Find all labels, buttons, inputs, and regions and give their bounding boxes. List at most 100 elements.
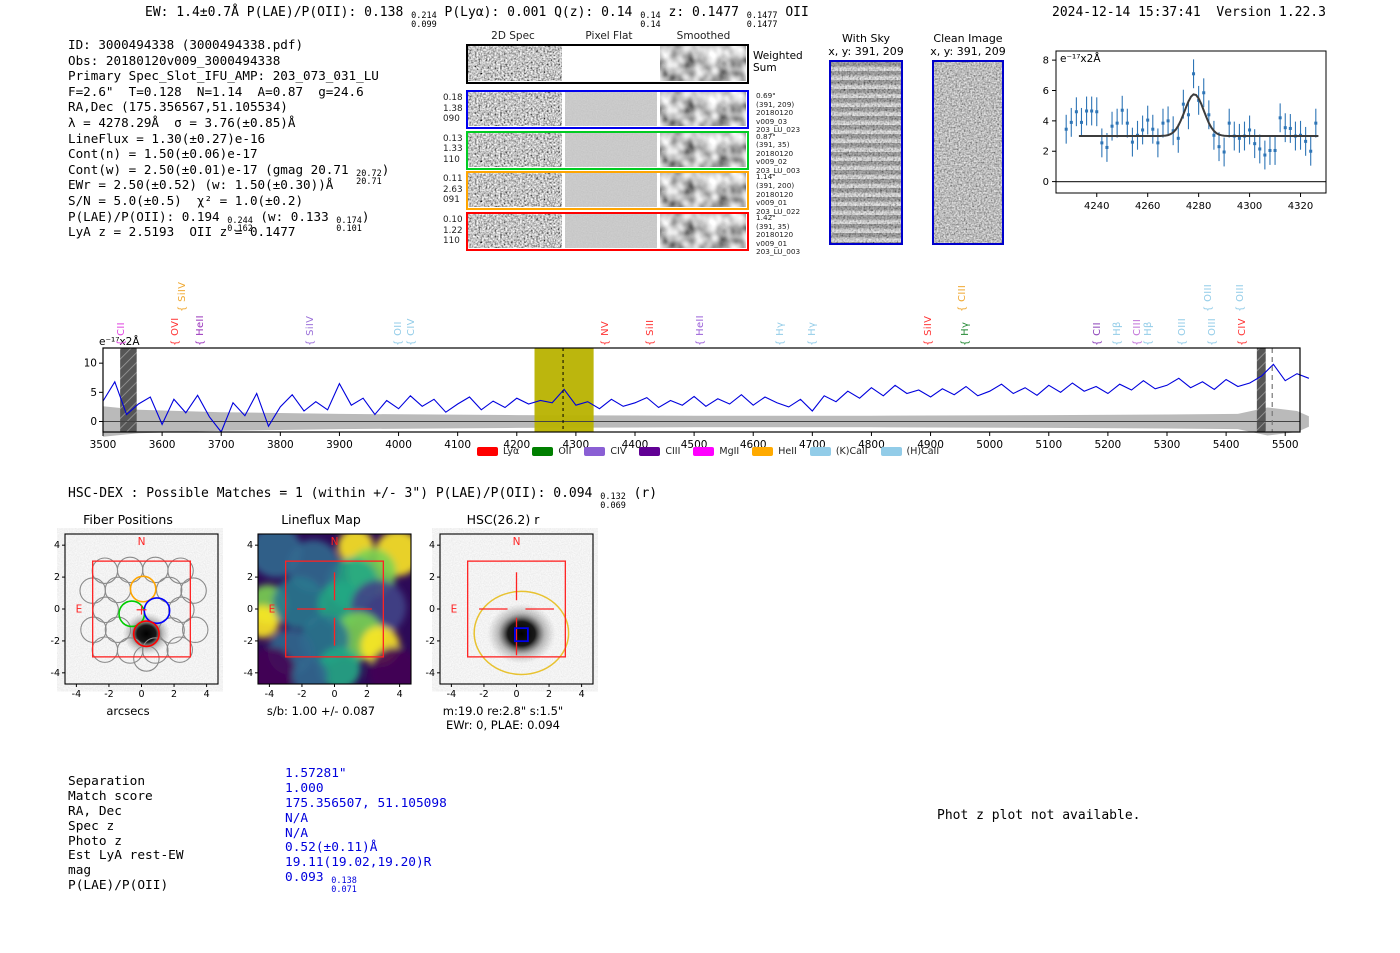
svg-text:0: 0	[331, 689, 337, 700]
sky-noise-texture	[831, 62, 901, 243]
svg-text:-2: -2	[51, 636, 60, 647]
emission-line-label: { CII	[1092, 322, 1103, 346]
emission-line-label: { SiIV	[923, 316, 934, 346]
hi-lo-value: 0.2140.099	[411, 12, 437, 29]
legend-swatch	[584, 447, 605, 456]
emission-line-label: { CIV	[1237, 318, 1248, 346]
match-table-label: mag	[68, 863, 184, 878]
emission-line-label: { Hγ	[960, 322, 971, 346]
svg-text:2: 2	[1043, 147, 1049, 158]
cutout-noise	[565, 133, 657, 167]
info-line: P(LAE)/P(OII): 0.194 0.2440.162 (w: 0.13…	[68, 209, 389, 225]
legend-item: CIV	[584, 446, 626, 457]
lineflux-map-xlabel: s/b: 1.00 +/- 0.087	[226, 704, 416, 718]
cutout-row-left-labels: 0.131.33110	[443, 134, 466, 166]
match-table-value: 19.11(19.02,19.20)R	[285, 855, 447, 870]
info-line: Primary Spec_Slot_IFU_AMP: 203_073_031_L…	[68, 68, 389, 84]
hi-lo-value: 0.1320.069	[600, 493, 626, 510]
svg-text:-4: -4	[72, 689, 81, 700]
svg-text:-2: -2	[479, 689, 488, 700]
svg-text:10: 10	[85, 358, 97, 370]
svg-text:N: N	[138, 536, 146, 548]
cutout-noise	[660, 214, 746, 248]
fiber-positions-xlabel: arcsecs	[33, 704, 223, 718]
clean-image-panel: Clean Imagex, y: 391, 209	[922, 32, 1014, 245]
photz-note: Phot z plot not available.	[937, 808, 1141, 823]
match-table-value: N/A	[285, 826, 447, 841]
match-table-values: 1.57281"1.000175.356507, 51.105098N/AN/A…	[285, 766, 447, 885]
cutout-noise	[565, 173, 657, 207]
legend-swatch	[693, 447, 714, 456]
hi-lo-value: 0.140.14	[640, 12, 660, 29]
cutout-noise	[468, 92, 562, 126]
emission-line-label: { SiIV	[305, 316, 316, 346]
cutout-row-right-labels: 0.69"(391, 209)20180120v009_03203_LU_023	[756, 92, 816, 135]
match-table-labels: SeparationMatch scoreRA, DecSpec zPhoto …	[68, 774, 184, 893]
svg-text:4100: 4100	[444, 439, 471, 451]
detection-info-block: ID: 3000494338 (3000494338.pdf)Obs: 2018…	[68, 37, 389, 240]
svg-text:4260: 4260	[1135, 201, 1160, 212]
svg-text:E: E	[269, 604, 276, 616]
svg-text:4: 4	[429, 540, 435, 551]
svg-text:4300: 4300	[1237, 201, 1262, 212]
emission-line-label: { CIV	[406, 318, 417, 346]
emission-line-label: { OVI	[170, 317, 181, 346]
legend-swatch	[477, 447, 498, 456]
svg-text:-4: -4	[426, 668, 435, 679]
svg-text:0: 0	[90, 416, 97, 428]
legend-label: (H)CaII	[907, 446, 940, 457]
emission-line-label: { CIII	[1132, 319, 1143, 346]
emission-line-label: { OIII	[1203, 284, 1214, 312]
svg-text:4320: 4320	[1288, 201, 1313, 212]
info-line: λ = 4278.29Å σ = 3.76(±0.85)Å	[68, 115, 389, 131]
svg-text:-4: -4	[447, 689, 456, 700]
clean-image	[932, 60, 1004, 245]
legend-label: Lyα	[503, 446, 519, 457]
cutout-noise	[565, 46, 657, 81]
emission-line-label: { OII	[393, 321, 404, 346]
line-fit-plot: 0246842404260428043004320 e⁻¹⁷x2Å	[1030, 45, 1330, 220]
hscdex-match-line: HSC-DEX : Possible Matches = 1 (within +…	[68, 486, 657, 510]
svg-text:0: 0	[247, 604, 253, 615]
svg-text:4: 4	[54, 540, 60, 551]
cutout-noise	[468, 133, 562, 167]
with-sky-image	[829, 60, 903, 245]
emission-line-label: { SiIV	[177, 282, 188, 312]
svg-text:8: 8	[1043, 56, 1049, 67]
cutout-noise	[660, 46, 746, 81]
svg-text:-2: -2	[244, 636, 253, 647]
cutout-noise	[468, 214, 562, 248]
hi-lo-value: 0.1380.071	[331, 877, 357, 894]
svg-text:2: 2	[546, 689, 552, 700]
cutout-row: 0.131.331100.87"(391, 35)20180120v009_02…	[466, 131, 749, 170]
svg-text:3800: 3800	[267, 439, 294, 451]
svg-text:0: 0	[513, 689, 519, 700]
cutout-noise	[565, 214, 657, 248]
svg-text:-4: -4	[244, 668, 253, 679]
cutout-noise	[565, 92, 657, 126]
svg-text:0: 0	[1043, 177, 1049, 188]
info-line: LineFlux = 1.30(±0.27)e-16	[68, 131, 389, 147]
cutout-row: 0.181.380900.69"(391, 209)20180120v009_0…	[466, 90, 749, 129]
svg-text:N: N	[331, 536, 339, 548]
svg-text:4: 4	[247, 540, 253, 551]
info-line: F=2.6" T=0.128 N=1.14 A=0.87 g=24.6	[68, 84, 389, 100]
svg-text:3500: 3500	[90, 439, 117, 451]
legend-label: (K)CaII	[836, 446, 868, 457]
legend-item: OII	[532, 446, 571, 457]
match-table-label: P(LAE)/P(OII)	[68, 878, 184, 893]
cutout-row	[466, 44, 749, 84]
svg-text:0: 0	[138, 689, 144, 700]
match-table-label: Spec z	[68, 819, 184, 834]
svg-text:-4: -4	[265, 689, 274, 700]
hsc-cutout-panel: HSC(26.2) r NE-4-4-2-2002244 m:19.0 re:2…	[408, 512, 598, 732]
col-header-smoothed: Smoothed	[658, 30, 749, 42]
match-table-value: 1.57281"	[285, 766, 447, 781]
col-header-pixelflat: Pixel Flat	[563, 30, 655, 42]
legend-item: HeII	[752, 446, 797, 457]
match-table-label: Est LyA rest-EW	[68, 848, 184, 863]
svg-text:0: 0	[429, 604, 435, 615]
svg-text:E: E	[76, 604, 83, 616]
svg-text:5300: 5300	[1154, 439, 1181, 451]
svg-text:4000: 4000	[385, 439, 412, 451]
